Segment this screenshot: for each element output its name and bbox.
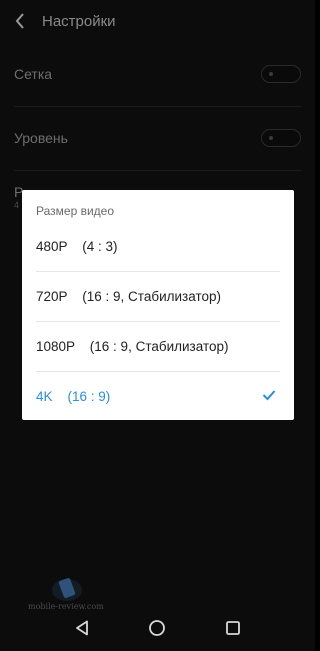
option-label: 720P (16 : 9, Стабилизатор) — [36, 288, 221, 304]
system-nav-bar — [0, 605, 315, 651]
video-size-dialog: Размер видео 480P (4 : 3) 720P (16 : 9, … — [22, 190, 294, 420]
triangle-back-icon — [75, 620, 88, 636]
nav-home-button[interactable] — [142, 613, 172, 643]
setting-row-grid[interactable]: Сетка — [0, 56, 315, 92]
nav-recents-button[interactable] — [218, 613, 248, 643]
back-button[interactable] — [0, 0, 40, 42]
divider — [14, 106, 301, 107]
divider — [14, 170, 301, 171]
option-480p[interactable]: 480P (4 : 3) — [22, 221, 294, 271]
square-recents-icon — [226, 621, 241, 635]
option-label: 4K (16 : 9) — [36, 388, 111, 404]
toggle-knob — [269, 136, 273, 140]
setting-label-level: Уровень — [14, 130, 68, 146]
top-bar: Настройки — [0, 0, 315, 42]
setting-label-grid: Сетка — [14, 66, 53, 82]
watermark-logo-icon — [52, 578, 82, 601]
option-1080p[interactable]: 1080P (16 : 9, Стабилизатор) — [22, 321, 294, 371]
circle-home-icon — [149, 620, 166, 636]
level-toggle[interactable] — [261, 129, 301, 147]
nav-back-button[interactable] — [67, 613, 97, 643]
option-label: 480P (4 : 3) — [36, 238, 118, 254]
chevron-left-icon — [15, 13, 24, 29]
option-4k[interactable]: 4K (16 : 9) — [22, 371, 294, 421]
toggle-knob — [269, 72, 273, 76]
grid-toggle[interactable] — [261, 65, 301, 83]
option-label: 1080P (16 : 9, Стабилизатор) — [36, 338, 229, 354]
checkmark-icon — [262, 390, 276, 401]
screen: Настройки Сетка Уровень Р 4 Размер видео… — [0, 0, 315, 651]
setting-row-level[interactable]: Уровень — [0, 120, 315, 156]
option-720p[interactable]: 720P (16 : 9, Стабилизатор) — [22, 271, 294, 321]
dialog-title: Размер видео — [36, 204, 115, 218]
page-title: Настройки — [42, 12, 116, 30]
